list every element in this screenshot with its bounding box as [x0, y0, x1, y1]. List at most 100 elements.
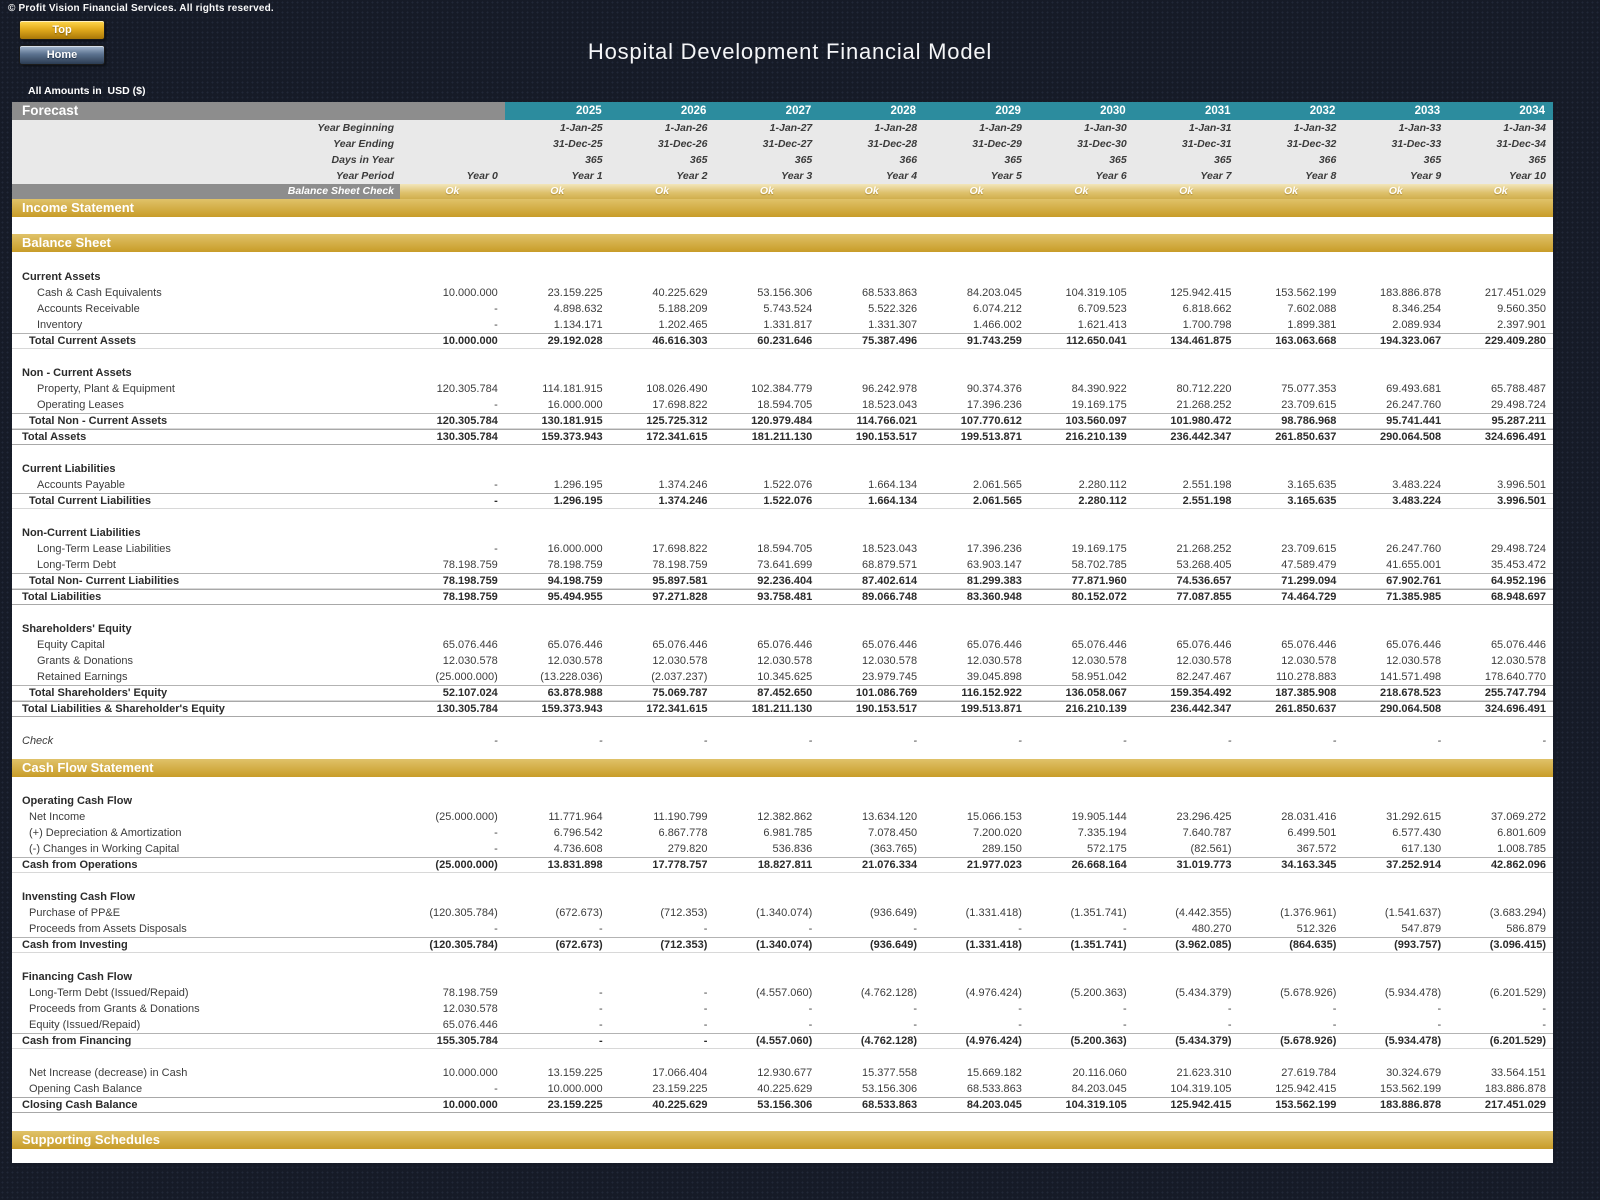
- value-cell: 6.709.523: [1029, 301, 1134, 317]
- value-cell: 3.996.501: [1448, 477, 1553, 493]
- value-cell: 12.030.578: [1134, 653, 1239, 669]
- meta-cell: 31-Dec-25: [505, 136, 610, 152]
- value-cell: -: [400, 301, 505, 317]
- value-cell: 84.203.045: [924, 285, 1029, 301]
- value-cell: -: [1448, 733, 1553, 749]
- value-cell: (993.757): [1343, 938, 1448, 952]
- value-cell: 255.747.794: [1448, 686, 1553, 700]
- value-cell: 26.668.164: [1029, 858, 1134, 872]
- value-cell: 261.850.637: [1239, 702, 1344, 716]
- value-cell: 63.878.988: [505, 686, 610, 700]
- row-label: Cash from Financing: [12, 1034, 400, 1048]
- value-cell: 53.156.306: [714, 1098, 819, 1112]
- value-cell: -: [714, 733, 819, 749]
- spacer-row: [12, 873, 1553, 889]
- row-label: Accounts Payable: [12, 477, 400, 493]
- value-cell: 78.198.759: [505, 557, 610, 573]
- value-cell: 40.225.629: [610, 1098, 715, 1112]
- value-cell: 41.655.001: [1343, 557, 1448, 573]
- check-status-cell: Ok: [1448, 184, 1553, 199]
- value-cell: 7.200.020: [924, 825, 1029, 841]
- value-cell: -: [1029, 733, 1134, 749]
- value-cell: (5.678.926): [1239, 985, 1344, 1001]
- value-cell: (5.200.363): [1029, 985, 1134, 1001]
- value-cell: (4.762.128): [819, 985, 924, 1001]
- value-cell: 68.533.863: [924, 1081, 1029, 1097]
- value-cell: 9.560.350: [1448, 301, 1553, 317]
- value-cell: 2.061.565: [924, 494, 1029, 508]
- value-cell: 53.268.405: [1134, 557, 1239, 573]
- value-cell: 236.442.347: [1134, 430, 1239, 444]
- value-cell: 12.030.578: [1343, 653, 1448, 669]
- value-cell: 23.159.225: [505, 1098, 610, 1112]
- value-cell: -: [714, 1017, 819, 1033]
- value-cell: 71.385.985: [1343, 590, 1448, 604]
- value-cell: 27.619.784: [1239, 1065, 1344, 1081]
- top-button[interactable]: Top: [20, 21, 104, 39]
- value-cell: -: [505, 1017, 610, 1033]
- year-column-header: 2034: [1448, 102, 1553, 120]
- table-row: Long-Term Debt (Issued/Repaid)78.198.759…: [12, 985, 1553, 1001]
- value-cell: 104.319.105: [1134, 1081, 1239, 1097]
- value-cell: (5.934.478): [1343, 1034, 1448, 1048]
- row-label: Non-Current Liabilities: [12, 525, 400, 541]
- value-cell: 21.076.334: [819, 858, 924, 872]
- value-cell: 6.867.778: [610, 825, 715, 841]
- value-cell: 104.319.105: [1029, 1098, 1134, 1112]
- value-cell: 12.382.862: [714, 809, 819, 825]
- value-cell: (1.351.741): [1029, 938, 1134, 952]
- value-cell: (2.037.237): [610, 669, 715, 685]
- table-row: Total Shareholders' Equity52.107.02463.8…: [12, 685, 1553, 701]
- value-cell: 178.640.770: [1448, 669, 1553, 685]
- value-cell: (6.201.529): [1448, 985, 1553, 1001]
- spacer-row: [12, 777, 1553, 793]
- forecast-label: Forecast: [12, 102, 505, 120]
- meta-cell: Year 2: [610, 168, 715, 184]
- spacer-row: [12, 1049, 1553, 1065]
- value-cell: 21.268.252: [1134, 397, 1239, 413]
- value-cell: (936.649): [819, 938, 924, 952]
- value-cell: -: [1029, 921, 1134, 937]
- year-column-header: 2025: [505, 102, 610, 120]
- spacer-row: [12, 217, 1553, 234]
- value-cell: 108.026.490: [610, 381, 715, 397]
- value-cell: (363.765): [819, 841, 924, 857]
- value-cell: 12.030.578: [1029, 653, 1134, 669]
- value-cell: 5.743.524: [714, 301, 819, 317]
- section-bar: Balance Sheet: [12, 234, 1553, 252]
- value-cell: 6.981.785: [714, 825, 819, 841]
- value-cell: 136.058.067: [1029, 686, 1134, 700]
- value-cell: (3.683.294): [1448, 905, 1553, 921]
- value-cell: 65.076.446: [924, 637, 1029, 653]
- value-cell: 29.192.028: [505, 334, 610, 348]
- value-cell: 60.231.646: [714, 334, 819, 348]
- meta-cell: 31-Dec-26: [610, 136, 715, 152]
- value-cell: 23.159.225: [505, 285, 610, 301]
- meta-cell: Year 6: [1029, 168, 1134, 184]
- value-cell: 17.698.822: [610, 541, 715, 557]
- meta-cell: 31-Dec-30: [1029, 136, 1134, 152]
- value-cell: -: [505, 921, 610, 937]
- year-column-header: 2033: [1343, 102, 1448, 120]
- meta-cell: 31-Dec-32: [1239, 136, 1344, 152]
- year-column-header: 2031: [1134, 102, 1239, 120]
- value-cell: 1.331.307: [819, 317, 924, 333]
- value-cell: -: [1448, 1001, 1553, 1017]
- value-cell: 103.560.097: [1029, 414, 1134, 428]
- value-cell: -: [610, 733, 715, 749]
- row-label: Check: [12, 733, 400, 749]
- value-cell: 95.287.211: [1448, 414, 1553, 428]
- meta-cell: 31-Dec-29: [924, 136, 1029, 152]
- value-cell: (4.557.060): [714, 1034, 819, 1048]
- value-cell: 80.712.220: [1134, 381, 1239, 397]
- value-cell: 216.210.139: [1029, 702, 1134, 716]
- value-cell: 21.977.023: [924, 858, 1029, 872]
- value-cell: 68.948.697: [1448, 590, 1553, 604]
- value-cell: -: [924, 1001, 1029, 1017]
- value-cell: 18.523.043: [819, 541, 924, 557]
- table-row: Total Non - Current Assets120.305.784130…: [12, 413, 1553, 429]
- meta-cell: 1-Jan-32: [1239, 120, 1344, 136]
- value-cell: 31.019.773: [1134, 858, 1239, 872]
- value-cell: -: [924, 921, 1029, 937]
- value-cell: -: [1239, 1001, 1344, 1017]
